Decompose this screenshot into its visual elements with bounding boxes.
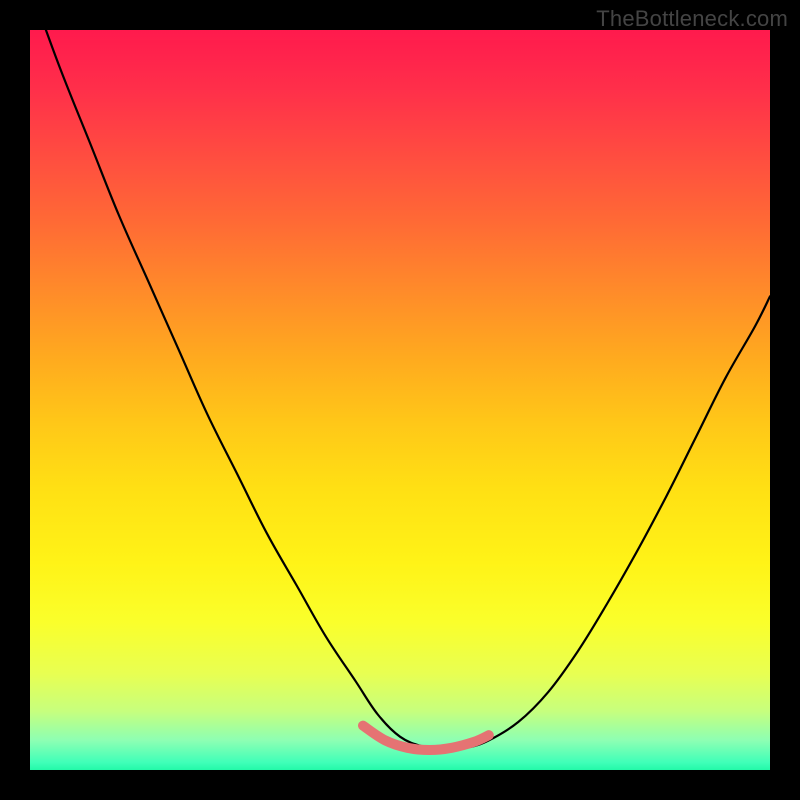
chart-frame: TheBottleneck.com [0, 0, 800, 800]
curve-layer [30, 30, 770, 770]
watermark-text: TheBottleneck.com [596, 6, 788, 32]
bottleneck-curve [30, 30, 770, 749]
optimal-range-highlight [363, 726, 489, 750]
plot-area [30, 30, 770, 770]
